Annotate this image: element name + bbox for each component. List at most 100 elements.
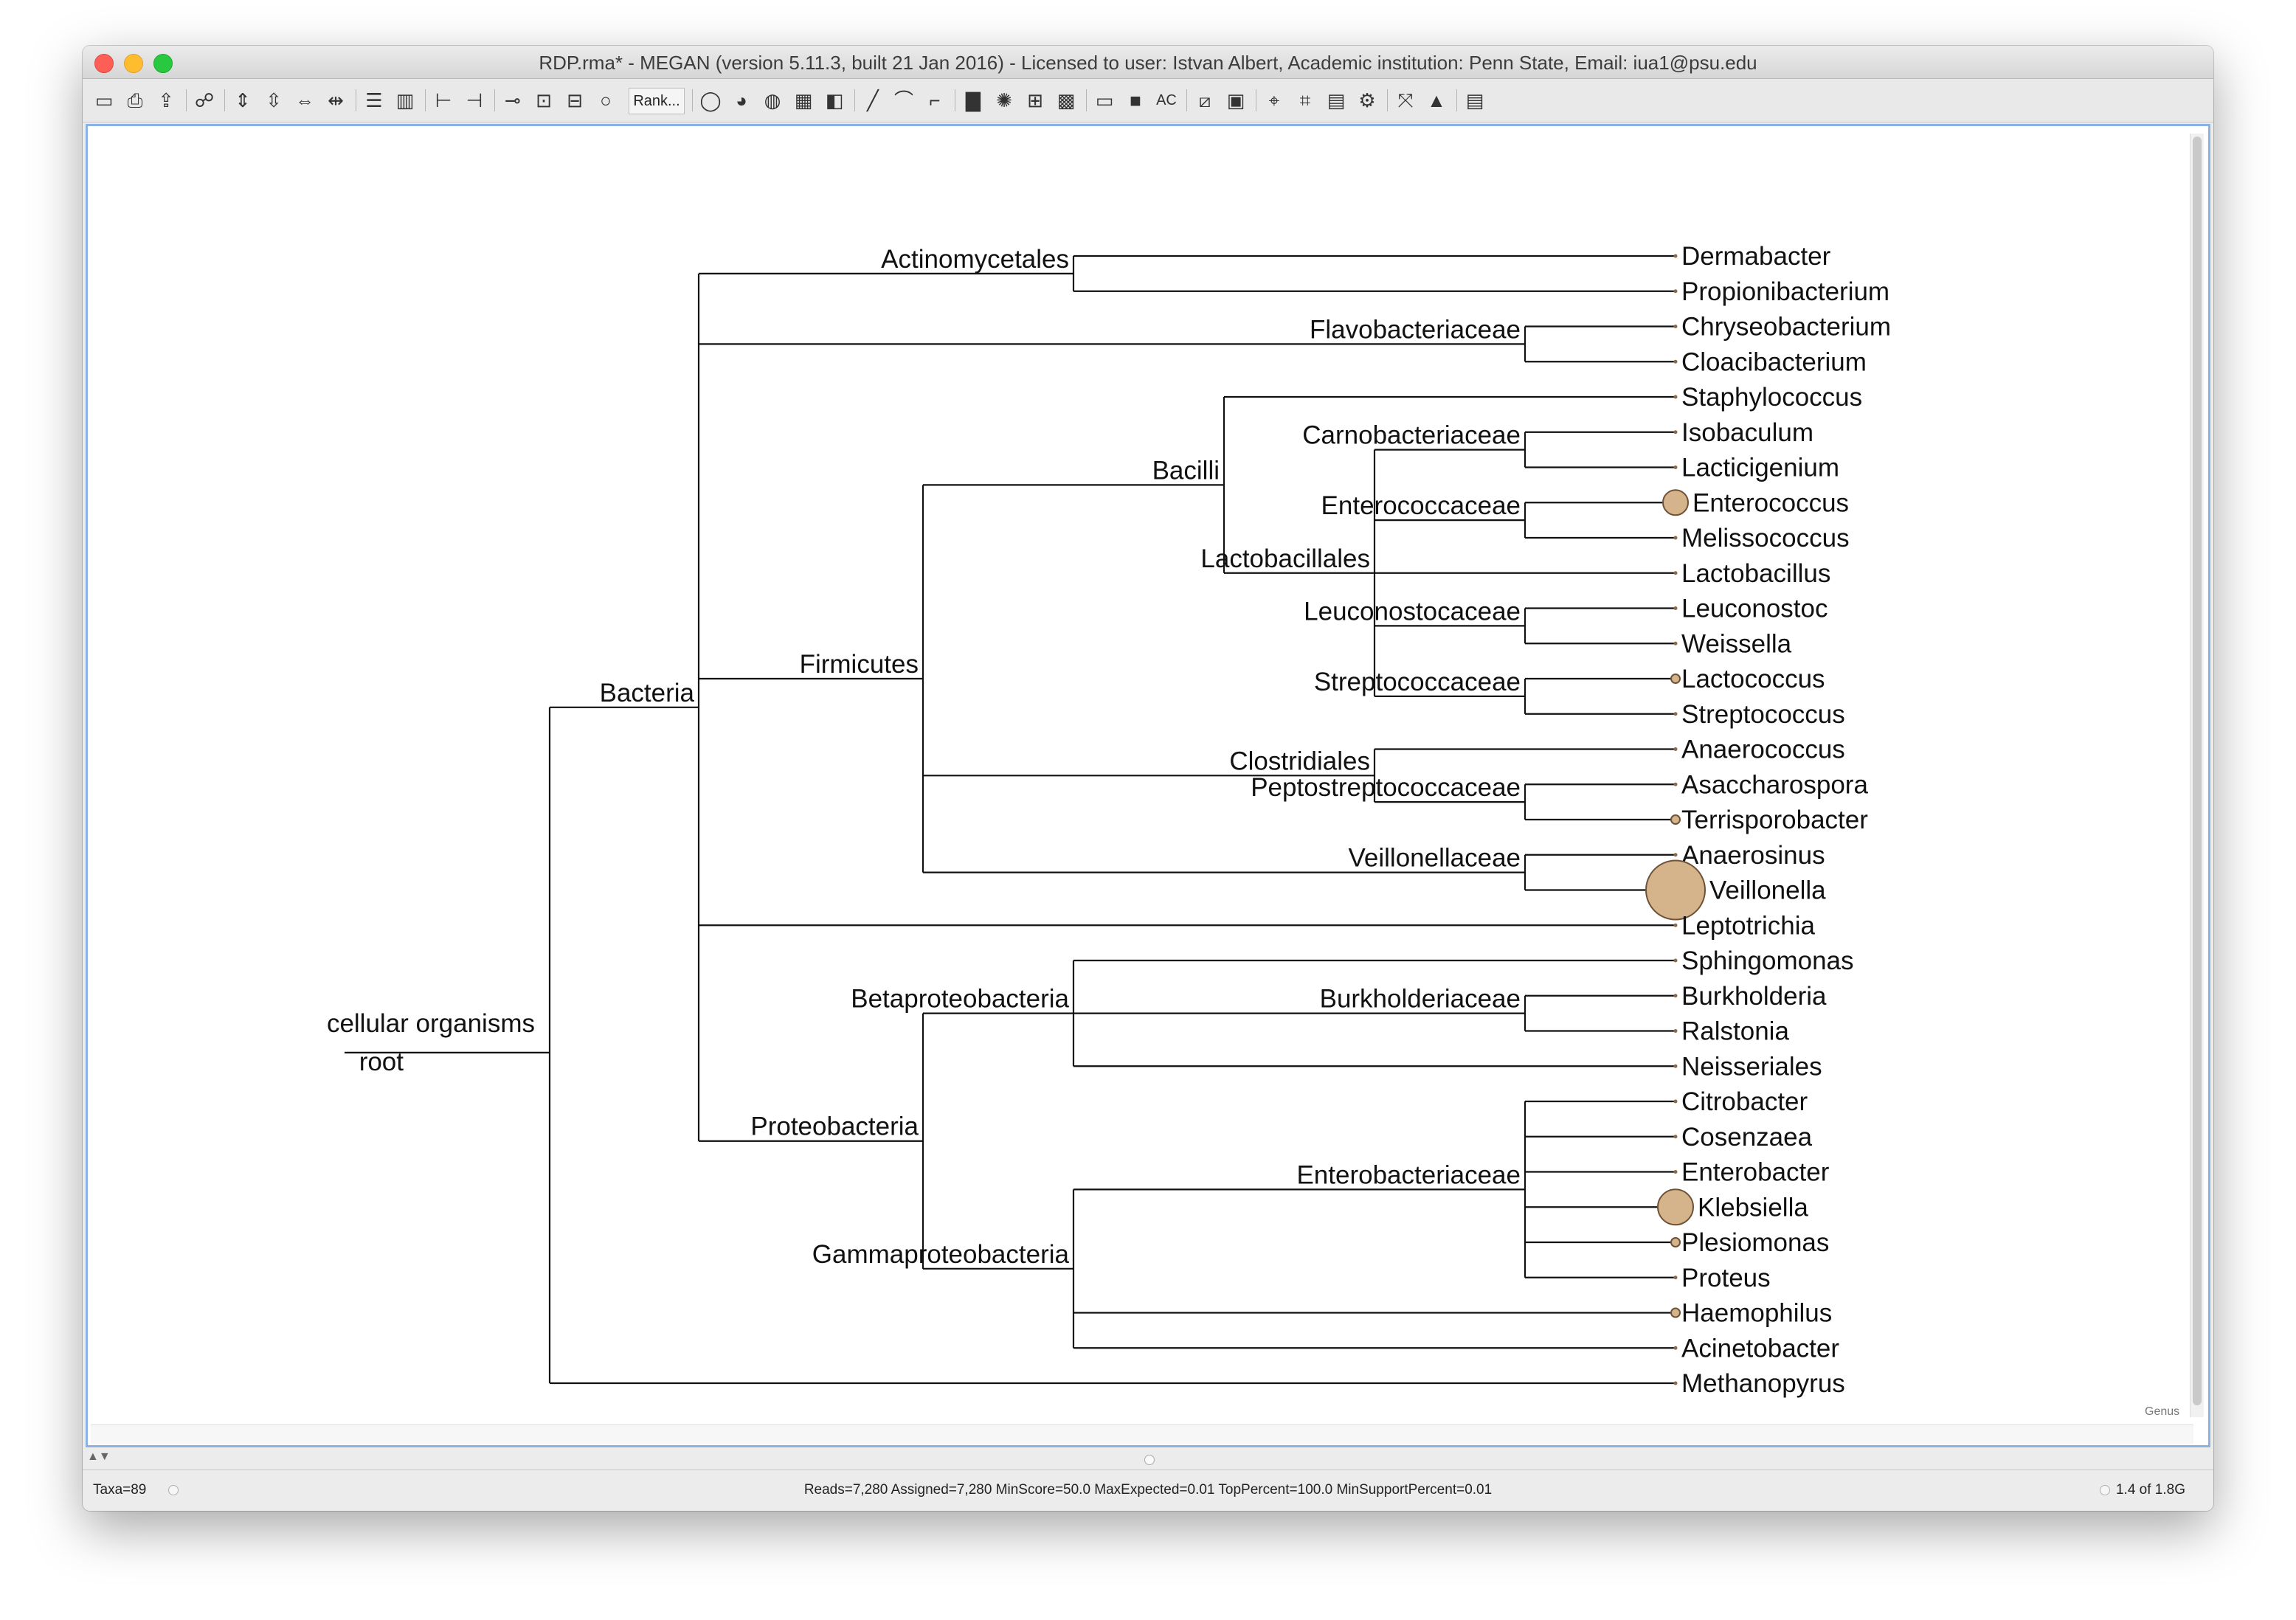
leaf-node-label[interactable]: Lacticigenium <box>1681 454 1839 482</box>
internal-node-label[interactable]: Veillonellaceae <box>1348 844 1521 873</box>
internal-node-label[interactable]: Flavobacteriaceae <box>1310 315 1521 344</box>
leaf-node-dot[interactable] <box>1673 1064 1678 1068</box>
internal-node-label[interactable]: Lactobacillales <box>1200 544 1370 573</box>
leaf-node-dot[interactable] <box>1670 1237 1681 1247</box>
collapse-icon[interactable]: ⊸ <box>500 88 525 113</box>
list-icon[interactable]: ▤ <box>1462 88 1487 113</box>
export-icon[interactable]: ⇪ <box>153 88 179 113</box>
horizontal-scrollbar[interactable] <box>91 1425 2193 1444</box>
heatmap-icon[interactable]: ◕ <box>729 88 754 113</box>
leaf-node-dot[interactable] <box>1673 325 1678 328</box>
leaf-node-label[interactable]: Plesiomonas <box>1681 1228 1829 1257</box>
leaf-node-label[interactable]: Haemophilus <box>1681 1299 1832 1328</box>
leaf-node-label[interactable]: Enterococcus <box>1692 488 1849 517</box>
leaf-node-dot[interactable] <box>1673 465 1678 469</box>
multi-color-icon[interactable]: ▣ <box>1223 88 1248 113</box>
contract-vertical-icon[interactable]: ⇳ <box>261 88 286 113</box>
line-icon[interactable]: ╱ <box>860 88 885 113</box>
leaf-node-label[interactable]: Cloacibacterium <box>1681 347 1867 376</box>
leaf-node-dot[interactable] <box>1673 395 1678 399</box>
leaf-node-dot[interactable] <box>1673 606 1678 610</box>
leaf-node-label[interactable]: Acinetobacter <box>1681 1334 1839 1363</box>
leaf-node-label[interactable]: Ralstonia <box>1681 1017 1789 1046</box>
angled-icon[interactable]: ⌐ <box>922 88 947 113</box>
bars-icon[interactable]: ▦ <box>791 88 816 113</box>
leaf-node-dot[interactable] <box>1673 1135 1678 1139</box>
node-circle-icon[interactable]: ○ <box>593 88 618 113</box>
leaf-node-label[interactable]: Enterobacter <box>1681 1158 1830 1187</box>
internal-node-label[interactable]: Bacilli <box>1152 456 1220 485</box>
internal-node-label[interactable]: Enterobacteriaceae <box>1296 1160 1521 1189</box>
leaf-node-label[interactable]: Anaerosinus <box>1681 841 1825 870</box>
leaf-node-dot[interactable] <box>1673 1170 1678 1174</box>
leaf-node-label[interactable]: Cosenzaea <box>1681 1123 1813 1152</box>
internal-node-label[interactable]: Bacteria <box>600 679 695 707</box>
uncollapse-icon[interactable]: ⊡ <box>531 88 556 113</box>
leaf-node-dot[interactable] <box>1673 782 1678 786</box>
leaf-node-dot[interactable] <box>1673 1099 1678 1104</box>
leaf-node-dot[interactable] <box>1673 853 1678 857</box>
bar-chart-icon[interactable]: ▇ <box>961 88 986 113</box>
leaf-node-label[interactable]: Citrobacter <box>1681 1087 1808 1116</box>
tree-layout-icon[interactable]: ⊢ <box>431 88 456 113</box>
open-icon[interactable]: ▭ <box>91 88 117 113</box>
leaf-node-label[interactable]: Sphingomonas <box>1681 946 1854 975</box>
pie-chart-icon[interactable]: ◯ <box>698 88 723 113</box>
expand-vertical-icon[interactable]: ⇕ <box>230 88 255 113</box>
internal-node-label[interactable]: Clostridiales <box>1229 747 1370 775</box>
columns-icon[interactable]: ▥ <box>393 88 418 113</box>
internal-node-label[interactable]: Peptostreptococcaceae <box>1251 773 1521 802</box>
color-icon[interactable]: ◧ <box>822 88 847 113</box>
leaf-node-label[interactable]: Weissella <box>1681 629 1792 658</box>
tree-viewer-panel[interactable]: Actinomycetales Flavobacteriaceae Carnobac… <box>86 124 2210 1447</box>
leaf-node-label[interactable]: Neisseriales <box>1681 1052 1822 1081</box>
leaf-node-dot[interactable] <box>1673 359 1678 364</box>
grid-icon[interactable]: ▩ <box>1054 88 1079 113</box>
navigate-icon[interactable]: ▲ <box>1424 88 1449 113</box>
internal-node-label[interactable]: Burkholderiaceae <box>1320 985 1521 1014</box>
leaf-node-label[interactable]: Propionibacterium <box>1681 277 1889 306</box>
vertical-scrollbar[interactable] <box>2190 134 2204 1417</box>
leaf-node-label[interactable]: Lactobacillus <box>1681 559 1830 588</box>
leaf-abundance-bubble[interactable] <box>1657 1188 1694 1226</box>
square-icon[interactable]: ■ <box>1123 88 1148 113</box>
leaf-node-dot[interactable] <box>1670 1307 1681 1318</box>
leaf-node-dot[interactable] <box>1670 674 1681 684</box>
leaf-node-dot[interactable] <box>1673 254 1678 258</box>
leaf-node-dot[interactable] <box>1673 1029 1678 1033</box>
leaf-node-dot[interactable] <box>1673 1275 1678 1280</box>
leaf-node-label[interactable]: Terrisporobacter <box>1681 806 1868 834</box>
internal-node-label[interactable]: Carnobacteriaceae <box>1302 421 1521 450</box>
table-icon[interactable]: ▤ <box>1324 88 1349 113</box>
leaf-node-label[interactable]: Leuconostoc <box>1681 595 1828 623</box>
leaf-node-dot[interactable] <box>1673 289 1678 294</box>
contract-horizontal-icon[interactable]: ⇹ <box>323 88 348 113</box>
leaf-node-label[interactable]: Chryseobacterium <box>1681 313 1891 342</box>
settings-icon[interactable]: ⚙ <box>1355 88 1380 113</box>
ratio-icon[interactable]: ▭ <box>1092 88 1117 113</box>
internal-node-label[interactable]: Actinomycetales <box>881 245 1069 274</box>
leaf-node-dot[interactable] <box>1673 747 1678 751</box>
compare-icon[interactable]: ⊞ <box>1023 88 1048 113</box>
no-color-icon[interactable]: ⧄ <box>1192 88 1217 113</box>
vertical-scroll-thumb[interactable] <box>2193 136 2202 1405</box>
leaf-node-dot[interactable] <box>1670 814 1681 825</box>
leaf-node-label[interactable]: Asaccharospora <box>1681 770 1868 799</box>
leaf-node-dot[interactable] <box>1673 571 1678 575</box>
leaf-node-dot[interactable] <box>1673 923 1678 927</box>
leaf-node-label[interactable]: Proteus <box>1681 1264 1771 1292</box>
leaf-node-dot[interactable] <box>1673 430 1678 435</box>
internal-node-label[interactable]: Streptococcaceae <box>1314 668 1521 696</box>
expand-horizontal-icon[interactable]: ⇔ <box>292 88 317 113</box>
subtree-icon[interactable]: ⊟ <box>562 88 587 113</box>
inspector-icon[interactable]: ⌖ <box>1262 88 1287 113</box>
leaf-node-label[interactable]: Veillonella <box>1709 876 1826 905</box>
collapse-arrows-icon[interactable]: ▲▼ <box>87 1450 111 1464</box>
leaf-node-dot[interactable] <box>1673 1381 1678 1385</box>
find-icon[interactable]: ☍ <box>192 88 217 113</box>
fit-icon[interactable]: ⤧ <box>1393 88 1418 113</box>
leaf-node-dot[interactable] <box>1673 958 1678 963</box>
root-node-label[interactable]: root <box>359 1048 404 1076</box>
rank-button[interactable]: Rank... <box>629 88 685 114</box>
internal-node-label[interactable]: Firmicutes <box>800 650 919 679</box>
